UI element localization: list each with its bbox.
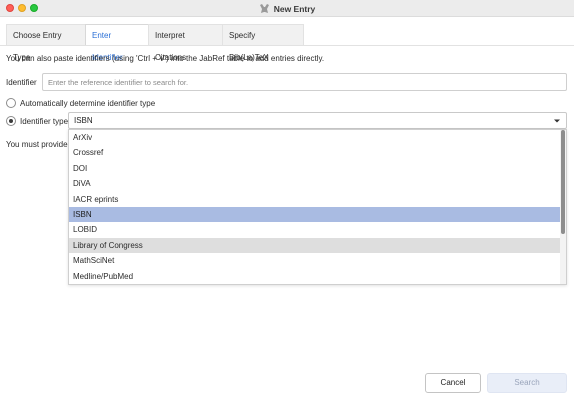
dropdown-option-arxiv[interactable]: ArXiv: [69, 130, 561, 145]
dropdown-option-iacr-eprints[interactable]: IACR eprints: [69, 192, 561, 207]
dropdown-scroll-thumb[interactable]: [561, 130, 565, 234]
dropdown-scrollbar[interactable]: [560, 130, 566, 284]
tab-specify-biblatex[interactable]: Specify Bib(La)TeX: [222, 24, 304, 62]
search-button[interactable]: Search: [487, 373, 567, 393]
dropdown-option-mathscinet[interactable]: MathSciNet: [69, 253, 561, 268]
new-entry-dialog: New Entry Choose Entry Type Enter Identi…: [0, 0, 574, 402]
radio-identifier-type[interactable]: Identifier type: [6, 115, 68, 127]
tab-divider: [0, 45, 574, 46]
select-value: ISBN: [74, 116, 93, 125]
dropdown-option-library-of-congress[interactable]: Library of Congress: [69, 237, 561, 254]
window-title: New Entry: [273, 3, 316, 14]
dropdown-option-isbn[interactable]: ISBN: [69, 207, 561, 223]
dropdown-option-crossref[interactable]: Crossref: [69, 145, 561, 160]
identifier-input[interactable]: [42, 73, 567, 91]
radio-auto-determine[interactable]: Automatically determine identifier type: [6, 97, 155, 109]
cancel-button[interactable]: Cancel: [425, 373, 481, 393]
dropdown-option-diva[interactable]: DiVA: [69, 176, 561, 191]
identifier-label: Identifier: [6, 78, 37, 87]
chevron-down-icon: [553, 117, 561, 125]
dropdown-option-lobid[interactable]: LOBID: [69, 222, 561, 237]
radio-auto-circle[interactable]: [6, 98, 16, 108]
tab-choose-entry-type[interactable]: Choose Entry Type: [6, 24, 86, 62]
tab-bar: Choose Entry Type Enter Identifier Inter…: [0, 24, 574, 62]
radio-type-circle[interactable]: [6, 116, 16, 126]
identifier-type-dropdown: ArXiv Crossref DOI DiVA IACR eprints ISB…: [68, 129, 567, 285]
dropdown-option-medline-pubmed[interactable]: Medline/PubMed: [69, 269, 561, 284]
tab-interpret-citations[interactable]: Interpret Citations: [148, 24, 223, 62]
tab-enter-identifier[interactable]: Enter Identifier: [85, 24, 149, 62]
identifier-type-select[interactable]: ISBN: [68, 112, 567, 129]
dropdown-option-doi[interactable]: DOI: [69, 161, 561, 176]
radio-auto-label: Automatically determine identifier type: [20, 98, 156, 108]
paste-info-text: You can also paste identifiers (using 'C…: [6, 54, 325, 63]
title-bar: New Entry: [0, 0, 574, 17]
validation-message: You must provide a: [6, 140, 75, 149]
jabref-icon: [259, 3, 270, 14]
radio-type-label: Identifier type: [20, 116, 69, 126]
